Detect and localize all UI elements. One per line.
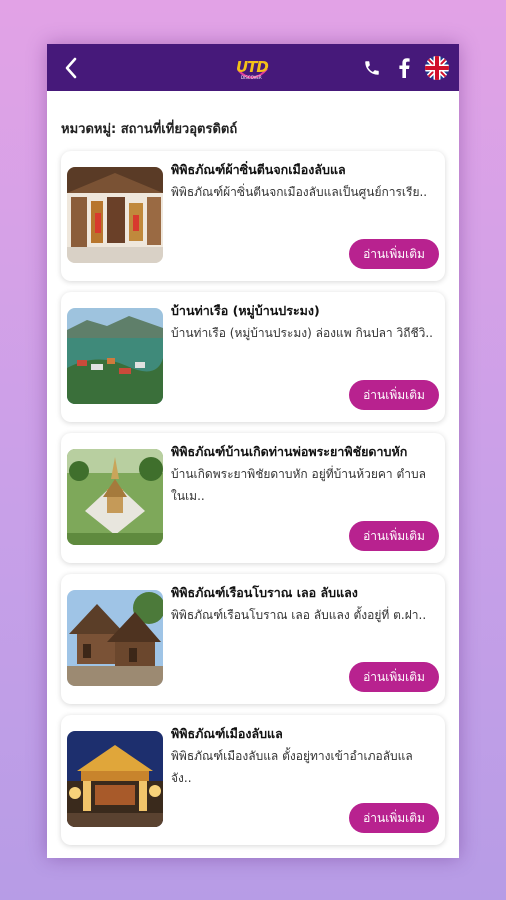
place-card[interactable]: พิพิธภัณฑ์ผ้าซิ่นตีนจกเมืองลับแล พิพิธภั… <box>61 151 445 281</box>
phone-icon <box>365 60 379 75</box>
app-logo: UTD DISCOVER <box>233 49 273 87</box>
place-description: พิพิธภัณฑ์เมืองลับแล ตั้งอยู่ทางเข้าอำเภ… <box>171 749 413 785</box>
place-description: พิพิธภัณฑ์เรือนโบราณ เลอ ลับแลง ตั้งอยู่… <box>171 608 427 622</box>
read-more-button[interactable]: อ่านเพิ่มเติม <box>349 662 439 692</box>
app-screen: UTD DISCOVER หมวดหมู่: สถานที่เที่ยวอุตร… <box>47 44 459 858</box>
place-title[interactable]: พิพิธภัณฑ์บ้านเกิดท่านพ่อพระยาพิชัยดาบหั… <box>171 442 441 462</box>
place-card[interactable]: พิพิธภัณฑ์เรือนโบราณ เลอ ลับแลง พิพิธภัณ… <box>61 574 445 704</box>
place-title[interactable]: พิพิธภัณฑ์เรือนโบราณ เลอ ลับแลง <box>171 583 441 603</box>
place-thumbnail <box>67 590 163 686</box>
place-thumbnail <box>67 167 163 263</box>
place-title[interactable]: พิพิธภัณฑ์ผ้าซิ่นตีนจกเมืองลับแล <box>171 160 441 180</box>
read-more-button[interactable]: อ่านเพิ่มเติม <box>349 380 439 410</box>
place-description: บ้านเกิดพระยาพิชัยดาบหัก อยู่ที่บ้านห้วย… <box>171 467 426 503</box>
place-title[interactable]: พิพิธภัณฑ์เมืองลับแล <box>171 724 441 744</box>
place-title[interactable]: บ้านท่าเรือ (หมู่บ้านประมง) <box>171 301 441 321</box>
uk-flag-icon <box>425 55 449 80</box>
facebook-icon <box>399 57 410 78</box>
app-header: UTD DISCOVER <box>47 44 459 91</box>
logo-subtext: DISCOVER <box>241 75 262 80</box>
back-button[interactable] <box>51 44 91 91</box>
places-list: พิพิธภัณฑ์ผ้าซิ่นตีนจกเมืองลับแล พิพิธภั… <box>61 151 445 856</box>
facebook-button[interactable] <box>393 57 415 79</box>
read-more-button[interactable]: อ่านเพิ่มเติม <box>349 803 439 833</box>
place-description: พิพิธภัณฑ์ผ้าซิ่นตีนจกเมืองลับแลเป็นศูนย… <box>171 185 428 199</box>
category-heading: หมวดหมู่: สถานที่เที่ยวอุตรดิตถ์ <box>61 122 238 137</box>
call-button[interactable] <box>361 57 383 79</box>
place-card[interactable]: พิพิธภัณฑ์บ้านเกิดท่านพ่อพระยาพิชัยดาบหั… <box>61 433 445 563</box>
chevron-left-icon <box>65 57 77 78</box>
place-card[interactable]: บ้านท่าเรือ (หมู่บ้านประมง) บ้านท่าเรือ … <box>61 292 445 422</box>
language-button[interactable] <box>425 55 449 80</box>
place-thumbnail <box>67 308 163 404</box>
place-card[interactable]: พิพิธภัณฑ์เมืองลับแล พิพิธภัณฑ์เมืองลับแ… <box>61 715 445 845</box>
place-thumbnail <box>67 731 163 827</box>
place-description: บ้านท่าเรือ (หมู่บ้านประมง) ล่องแพ กินปล… <box>171 326 433 340</box>
read-more-button[interactable]: อ่านเพิ่มเติม <box>349 239 439 269</box>
place-thumbnail <box>67 449 163 545</box>
read-more-button[interactable]: อ่านเพิ่มเติม <box>349 521 439 551</box>
logo-text: UTD <box>236 58 269 76</box>
